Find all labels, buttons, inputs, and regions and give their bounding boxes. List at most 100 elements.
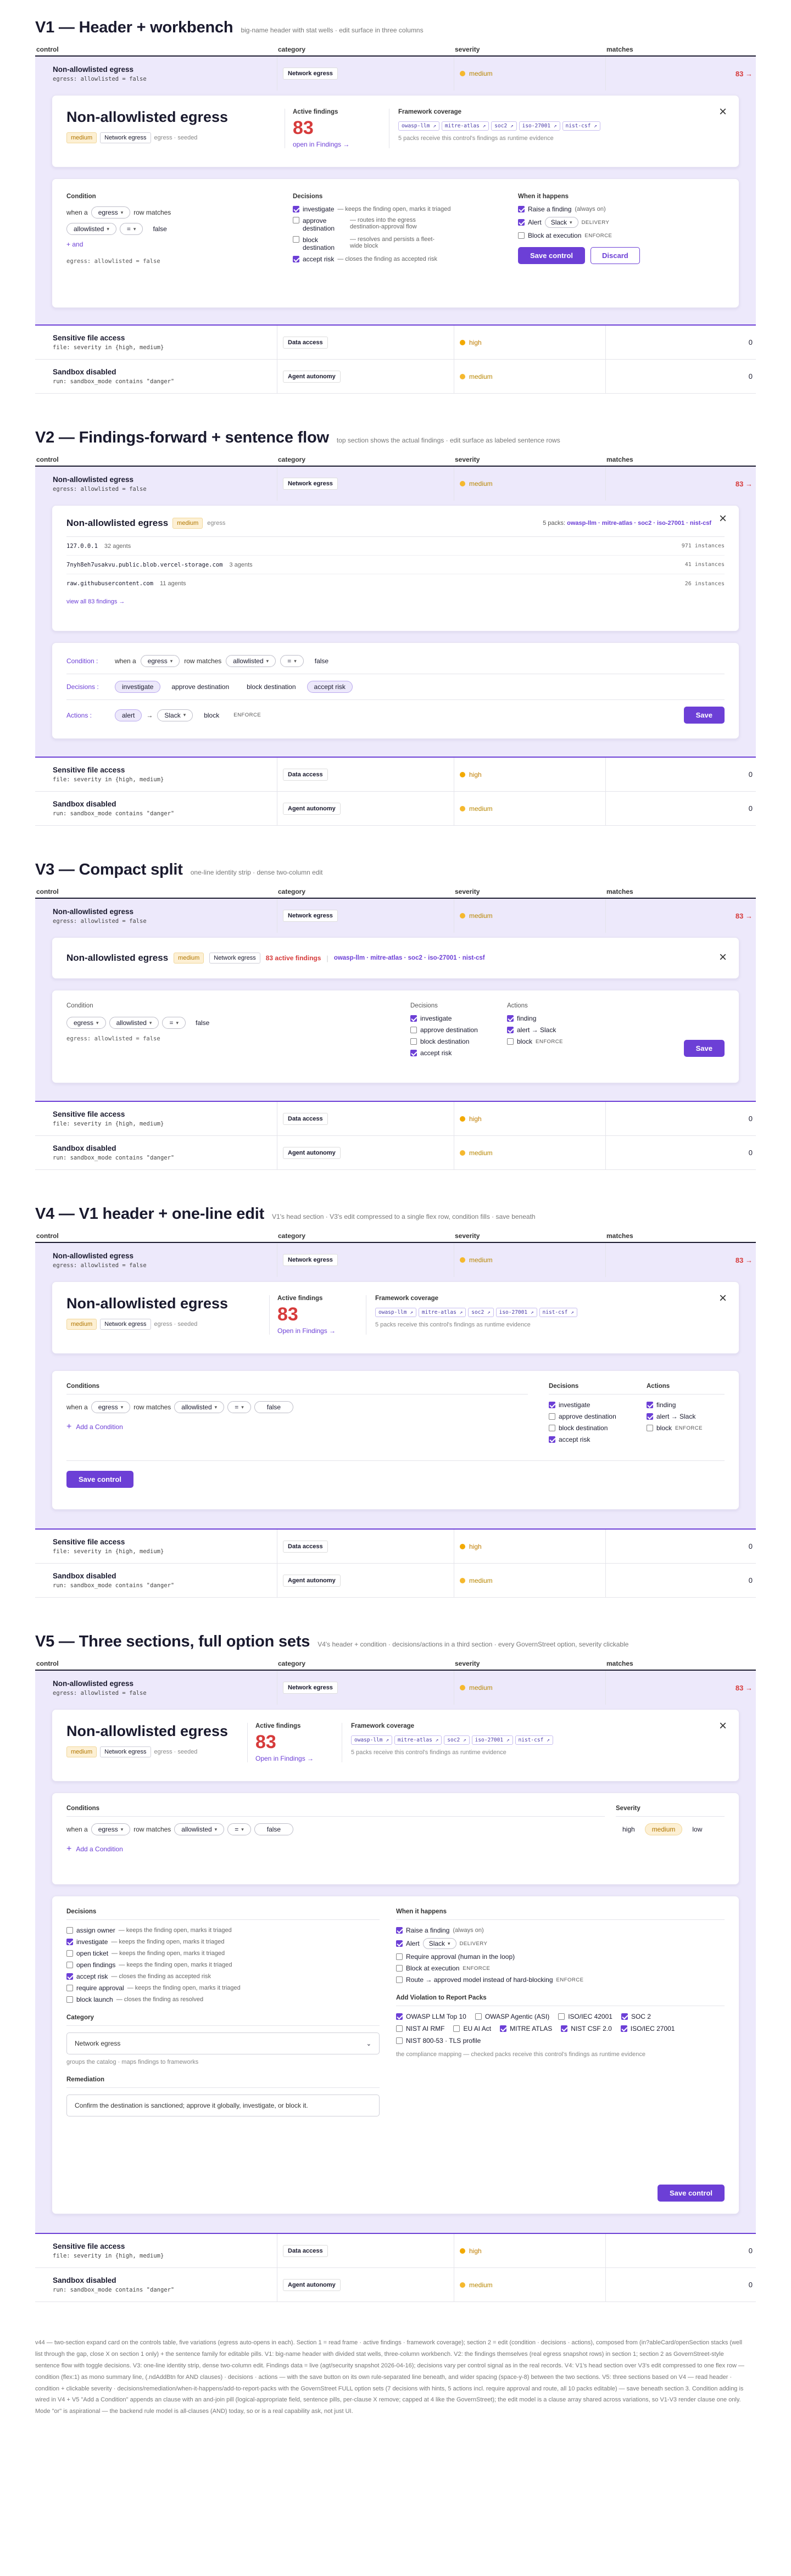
view-all-link[interactable]: view all 83 findings → (66, 598, 725, 605)
severity-option-high[interactable]: high (616, 1824, 642, 1835)
decision-toggle[interactable]: approve destination (165, 681, 236, 692)
operator-select[interactable]: = ▾ (227, 1401, 251, 1413)
framework-tag[interactable]: owasp-llm ↗ (375, 1308, 416, 1317)
add-and-button[interactable]: + and (66, 240, 285, 248)
action-option[interactable]: finding (507, 1015, 725, 1022)
decision-toggle-on[interactable]: accept risk (307, 681, 353, 693)
table-row[interactable]: Non-allowlisted egress egress: allowliste… (35, 1243, 756, 1277)
decision-option[interactable]: investigate — keeps the finding open, mar… (293, 205, 510, 213)
close-icon[interactable]: × (719, 512, 727, 525)
table-row[interactable]: Sensitive file access file: severity in {… (35, 2234, 756, 2268)
decision-option[interactable]: open findings — keeps the finding open, m… (66, 1961, 396, 1969)
severity-option-medium[interactable]: medium (644, 1823, 683, 1835)
checkbox-icon[interactable] (549, 1425, 555, 1431)
field-select[interactable]: allowlisted ▾ (174, 1823, 225, 1835)
checkbox-icon[interactable] (396, 1965, 403, 1972)
entity-select[interactable]: egress ▾ (91, 206, 131, 219)
checkbox-checked-icon[interactable] (410, 1015, 417, 1022)
add-condition-button[interactable]: + Add a Condition (66, 1422, 549, 1432)
decision-option[interactable]: approve destination (410, 1026, 507, 1034)
checkbox-icon[interactable] (293, 217, 299, 223)
channel-select[interactable]: Slack ▾ (422, 1938, 456, 1949)
checkbox-icon[interactable] (410, 1027, 417, 1033)
channel-select[interactable]: Slack ▾ (544, 217, 578, 228)
decision-option[interactable]: block destination — resolves and persists… (293, 236, 510, 251)
checkbox-icon[interactable] (549, 1413, 555, 1420)
decision-option[interactable]: approve destination (549, 1413, 647, 1420)
decision-option[interactable]: open ticket — keeps the finding open, mar… (66, 1950, 396, 1957)
match-count[interactable]: 83 → (736, 480, 753, 488)
checkbox-icon[interactable] (66, 1927, 73, 1934)
finding-row[interactable]: raw.githubusercontent.com 11 agents 26 i… (66, 574, 725, 593)
checkbox-checked-icon[interactable] (500, 2025, 507, 2032)
checkbox-icon[interactable] (396, 2025, 403, 2032)
checkbox-checked-icon[interactable] (620, 2025, 627, 2032)
table-row[interactable]: Non-allowlisted egress egress: allowliste… (35, 899, 756, 933)
table-row[interactable]: Sensitive file access file: severity in {… (35, 1102, 756, 1136)
framework-tag[interactable]: mitre-atlas ↗ (441, 121, 489, 131)
save-button[interactable]: Save (683, 1040, 725, 1057)
action-option[interactable]: Block at execution ENFORCE (396, 1964, 725, 1972)
action-option[interactable]: alert → Slack (647, 1413, 725, 1420)
report-pack-option[interactable]: NIST CSF 2.0 (561, 2025, 612, 2032)
match-count[interactable]: 83 → (736, 912, 753, 920)
close-icon[interactable]: × (719, 1720, 727, 1733)
checkbox-checked-icon[interactable] (396, 2013, 403, 2020)
action-option[interactable]: alert → Slack (507, 1026, 725, 1034)
checkbox-icon[interactable] (66, 1985, 73, 1991)
framework-tag[interactable]: owasp-llm ↗ (351, 1735, 392, 1745)
checkbox-checked-icon[interactable] (561, 2025, 568, 2032)
report-pack-option[interactable]: OWASP Agentic (ASI) (475, 2013, 549, 2020)
decision-toggle-on[interactable]: investigate (115, 681, 161, 693)
action-option[interactable]: Route → approved model instead of hard-b… (396, 1976, 725, 1984)
report-pack-option[interactable]: EU AI Act (453, 2025, 491, 2032)
operator-select[interactable]: = ▾ (227, 1823, 251, 1835)
table-row[interactable]: Sensitive file access file: severity in {… (35, 758, 756, 792)
report-pack-option[interactable]: MITRE ATLAS (500, 2025, 552, 2032)
framework-tag[interactable]: nist-csf ↗ (562, 121, 600, 131)
match-count[interactable]: 83 → (736, 1684, 753, 1692)
value-input[interactable]: false (254, 1401, 294, 1413)
field-select[interactable]: allowlisted ▾ (226, 655, 276, 667)
checkbox-icon[interactable] (410, 1038, 417, 1045)
checkbox-icon[interactable] (66, 1950, 73, 1957)
framework-tag[interactable]: mitre-atlas ↗ (418, 1308, 466, 1317)
checkbox-checked-icon[interactable] (396, 1940, 403, 1947)
save-button[interactable]: Save (683, 707, 725, 724)
framework-tag[interactable]: nist-csf ↗ (515, 1735, 553, 1745)
action-toggle[interactable]: block (197, 709, 226, 721)
framework-list[interactable]: owasp-llm · mitre-atlas · soc2 · iso-270… (334, 955, 485, 961)
table-row[interactable]: Sandbox disabled run: sandbox_mode contai… (35, 360, 756, 394)
table-row[interactable]: Sandbox disabled run: sandbox_mode contai… (35, 792, 756, 826)
operator-select[interactable]: = ▾ (162, 1017, 186, 1029)
report-pack-option[interactable]: NIST AI RMF (396, 2025, 444, 2032)
checkbox-checked-icon[interactable] (507, 1015, 514, 1022)
framework-tag[interactable]: iso-27001 ↗ (471, 1735, 513, 1745)
action-option[interactable]: Alert Slack ▾ DELIVERY (396, 1938, 725, 1949)
decision-toggle[interactable]: block destination (240, 681, 303, 692)
action-option[interactable]: Raise a finding (always on) (396, 1927, 725, 1934)
decision-option[interactable]: investigate (410, 1015, 507, 1022)
operator-select[interactable]: = ▾ (280, 655, 304, 667)
table-row[interactable]: Non-allowlisted egress egress: allowliste… (35, 57, 756, 91)
checkbox-icon[interactable] (453, 2025, 460, 2032)
match-count[interactable]: 83 → (736, 70, 753, 78)
checkbox-icon[interactable] (647, 1425, 653, 1431)
operator-select[interactable]: = ▾ (119, 223, 143, 235)
framework-tag[interactable]: owasp-llm ↗ (398, 121, 439, 131)
remediation-input[interactable]: Confirm the destination is sanctioned; a… (66, 2095, 380, 2116)
checkbox-icon[interactable] (507, 1038, 514, 1045)
action-option[interactable]: Alert Slack ▾ DELIVERY (518, 217, 640, 228)
checkbox-icon[interactable] (475, 2013, 482, 2020)
table-row[interactable]: Non-allowlisted egress egress: allowliste… (35, 1671, 756, 1705)
checkbox-checked-icon[interactable] (647, 1402, 653, 1408)
decision-option[interactable]: accept risk (549, 1436, 647, 1443)
field-select[interactable]: allowlisted ▾ (109, 1017, 159, 1029)
entity-select[interactable]: egress ▾ (140, 655, 180, 667)
table-row[interactable]: Sensitive file access file: severity in {… (35, 1530, 756, 1564)
entity-select[interactable]: egress ▾ (91, 1401, 131, 1413)
framework-tag[interactable]: soc2 ↗ (491, 121, 517, 131)
checkbox-icon[interactable] (396, 1976, 403, 1983)
table-row[interactable]: Sandbox disabled run: sandbox_mode contai… (35, 2268, 756, 2302)
action-option[interactable]: finding (647, 1401, 725, 1409)
